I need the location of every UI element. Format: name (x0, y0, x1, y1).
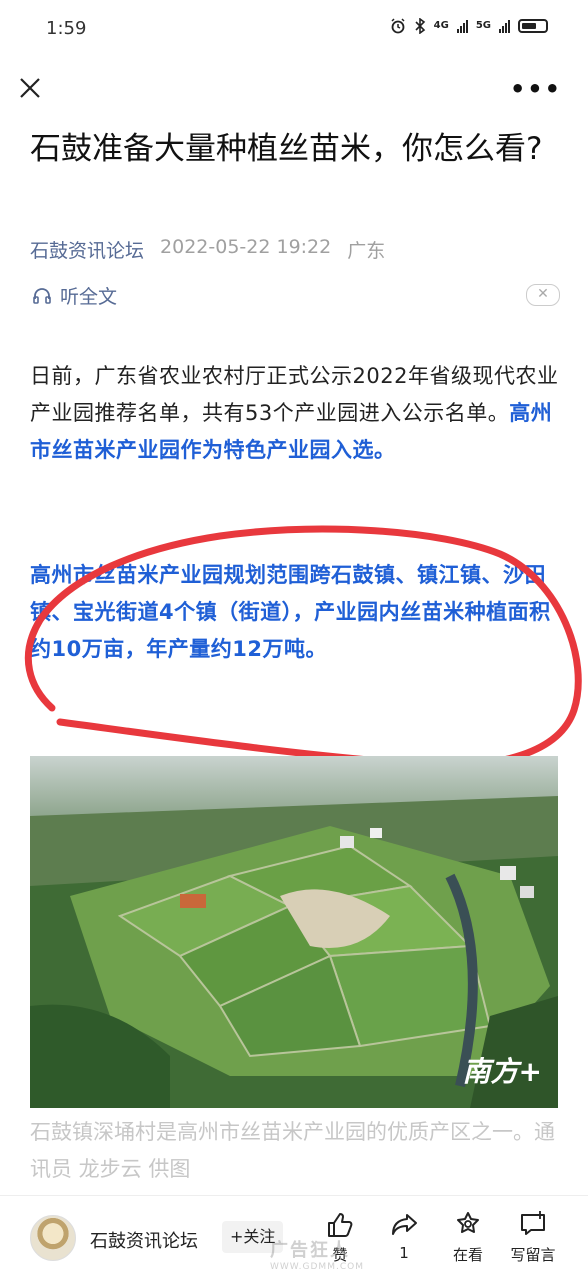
share-icon (392, 1214, 417, 1235)
comment-label: 写留言 (510, 1246, 556, 1264)
status-time: 1:59 (46, 18, 87, 39)
bottom-author-name[interactable]: 石鼓资讯论坛 (90, 1227, 198, 1253)
share-count: 1 (399, 1244, 409, 1262)
bluetooth-icon (415, 18, 425, 34)
network-4g-label: 4G (433, 20, 449, 31)
headphones-icon (33, 287, 51, 304)
share-button[interactable]: 1 (374, 1210, 434, 1262)
bottom-action-bar: 石鼓资讯论坛 +关注 赞 1 在看 写留言 广告狂人 WWW.GDMM.COM (0, 1195, 588, 1281)
status-icons: 4G 5G (390, 18, 548, 34)
author-avatar[interactable] (30, 1215, 76, 1261)
article-meta: 石鼓资讯论坛 2022-05-22 19:22 广东 (30, 236, 385, 263)
publish-date: 2022-05-22 19:22 (160, 236, 332, 258)
watermark-main: 广告狂人 (270, 1240, 350, 1261)
watermark-sub: WWW.GDMM.COM (270, 1262, 364, 1272)
publish-location: 广东 (347, 240, 386, 262)
listen-label: 听全文 (60, 286, 118, 308)
listen-close-icon[interactable]: ✕ (526, 284, 560, 306)
more-options-icon[interactable]: ••• (510, 77, 562, 101)
paragraph-1: 日前，广东省农业农村厅正式公示2022年省级现代农业产业园推荐名单，共有53个产… (30, 358, 560, 469)
signal-bars-icon (499, 19, 510, 33)
site-watermark: 广告狂人 WWW.GDMM.COM (270, 1236, 364, 1272)
wow-star-icon (457, 1212, 479, 1233)
paragraph-2: 高州市丝苗米产业园规划范围跨石鼓镇、镇江镇、沙田镇、宝光街道4个镇（街道），产业… (30, 563, 551, 661)
wow-button[interactable]: 在看 (438, 1210, 498, 1265)
listen-full-button[interactable]: 听全文 (32, 282, 117, 309)
battery-icon (518, 19, 548, 33)
comment-button[interactable]: 写留言 (503, 1210, 563, 1265)
comment-icon (521, 1211, 545, 1235)
alarm-icon (391, 18, 405, 34)
network-5g-label: 5G (475, 20, 491, 31)
aerial-photo[interactable]: 南方+ (30, 756, 558, 1108)
status-bar: 1:59 4G 5G (0, 0, 588, 60)
nav-bar: ••• (0, 60, 588, 120)
photo-caption: 石鼓镇深埇村是高州市丝苗米产业园的优质产区之一。通讯员 龙步云 供图 (30, 1120, 555, 1181)
photo-watermark: 南方+ (462, 1055, 542, 1088)
wow-label: 在看 (452, 1246, 483, 1264)
close-icon[interactable] (18, 76, 42, 100)
paragraph-1-text: 日前，广东省农业农村厅正式公示2022年省级现代农业产业园推荐名单，共有53个产… (30, 364, 559, 425)
author-link[interactable]: 石鼓资讯论坛 (30, 236, 144, 263)
article-title: 石鼓准备大量种植丝苗米，你怎么看? (30, 131, 543, 167)
signal-bars-icon (456, 19, 468, 33)
